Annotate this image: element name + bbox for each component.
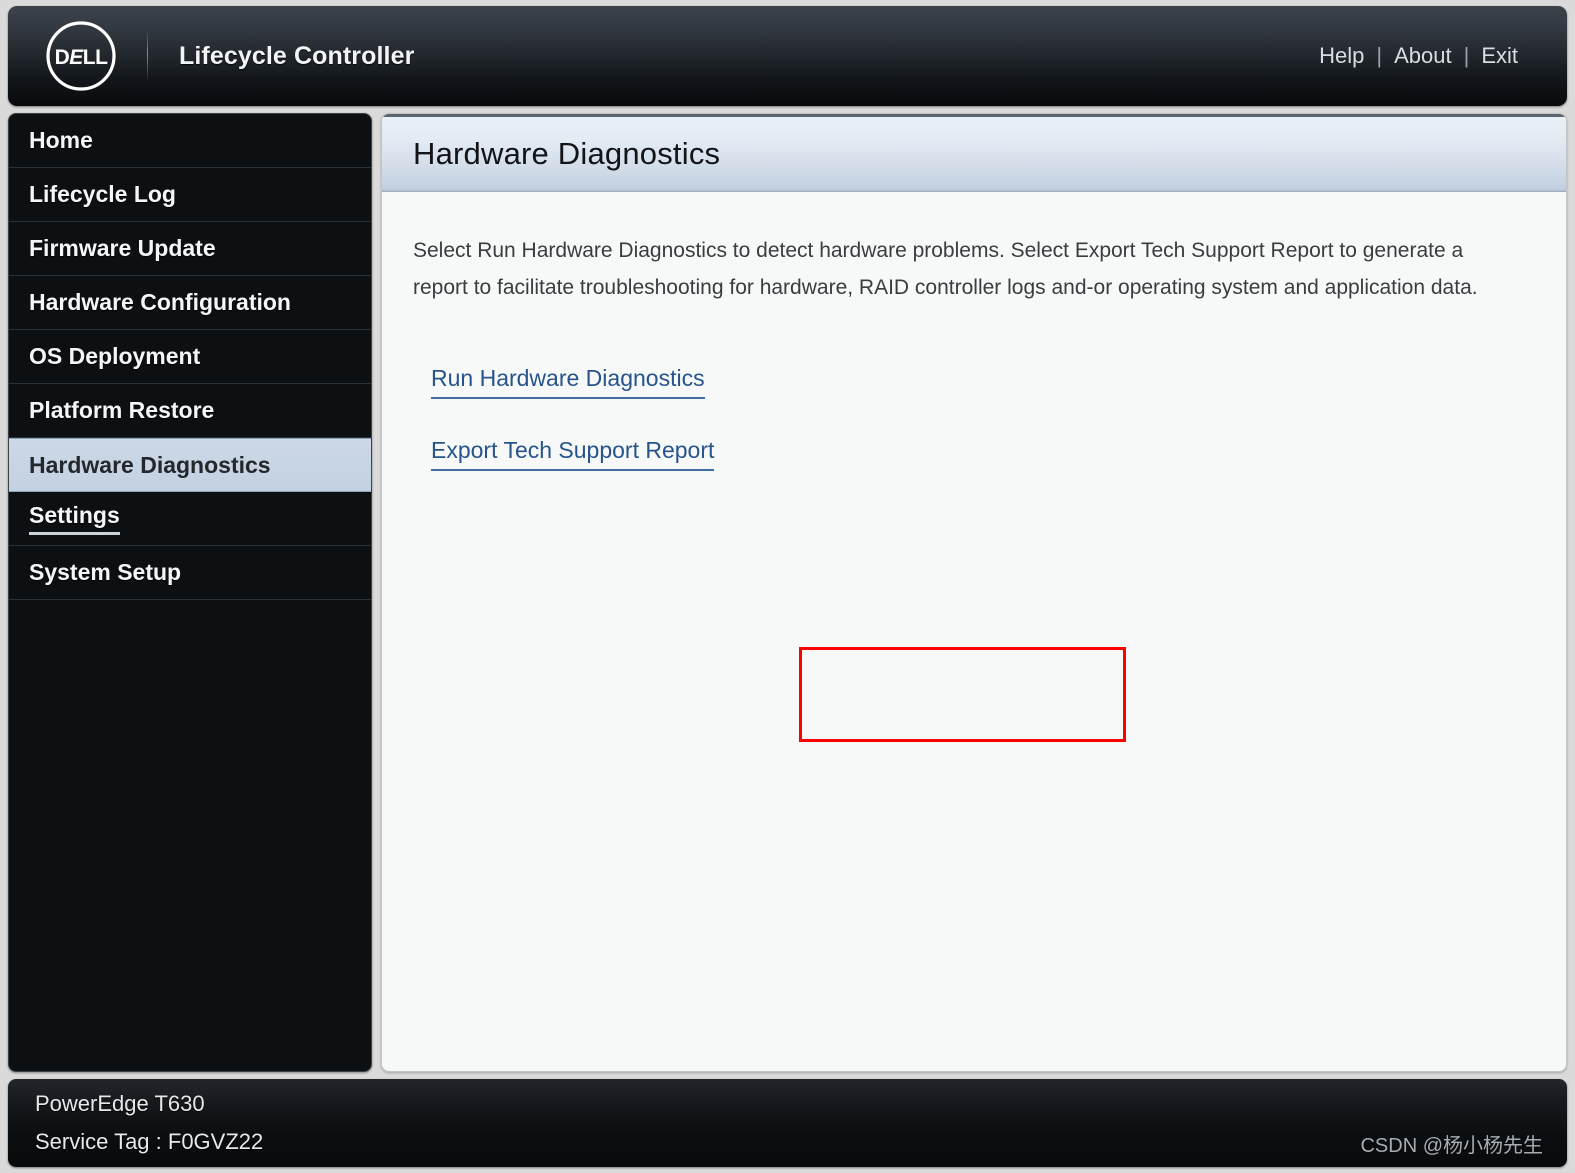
action-links-group: Run Hardware Diagnostics Export Tech Sup… — [413, 365, 715, 471]
header-divider — [147, 30, 148, 82]
content-body: Select Run Hardware Diagnostics to detec… — [382, 192, 1566, 1071]
body-row: Home Lifecycle Log Firmware Update Hardw… — [8, 113, 1567, 1072]
status-footer: PowerEdge T630 Service Tag : F0GVZ22 CSD… — [8, 1079, 1567, 1167]
sidebar-item-home[interactable]: Home — [9, 114, 371, 168]
sidebar-nav: Home Lifecycle Log Firmware Update Hardw… — [8, 113, 372, 1072]
sidebar-item-firmware-update[interactable]: Firmware Update — [9, 222, 371, 276]
dell-logo-icon: DELL — [44, 19, 118, 93]
sidebar-item-label: Home — [29, 127, 93, 153]
page-description: Select Run Hardware Diagnostics to detec… — [413, 239, 1478, 300]
run-hardware-diagnostics-row: Run Hardware Diagnostics — [413, 365, 714, 399]
sidebar-item-platform-restore[interactable]: Platform Restore — [9, 384, 371, 438]
nav-separator-2: | — [1463, 43, 1470, 68]
sidebar-item-system-setup[interactable]: System Setup — [9, 546, 371, 600]
about-link[interactable]: About — [1393, 43, 1453, 69]
sidebar-item-lifecycle-log[interactable]: Lifecycle Log — [9, 168, 371, 222]
sidebar-item-label: Hardware Diagnostics — [29, 451, 271, 478]
sidebar-item-label: Hardware Configuration — [29, 289, 291, 315]
system-model: PowerEdge T630 — [35, 1090, 205, 1116]
sidebar-item-label: Settings — [29, 502, 120, 535]
help-link[interactable]: Help — [1318, 43, 1365, 69]
sidebar-item-label: OS Deployment — [29, 343, 201, 369]
page-title: Hardware Diagnostics — [413, 136, 721, 171]
annotation-highlight-box — [799, 647, 1126, 742]
watermark: CSDN @杨小杨先生 — [1360, 1135, 1543, 1157]
app-title: Lifecycle Controller — [179, 41, 415, 70]
svg-text:DELL: DELL — [55, 46, 109, 69]
sidebar-item-label: System Setup — [29, 559, 182, 585]
sidebar-item-label: Platform Restore — [29, 397, 215, 423]
app-header: DELL Lifecycle Controller Help | About |… — [8, 6, 1567, 106]
page-title-bar: Hardware Diagnostics — [382, 114, 1566, 192]
sidebar-item-settings[interactable]: Settings — [9, 492, 371, 546]
sidebar-item-label: Lifecycle Log — [29, 181, 176, 207]
export-tech-support-report-row: Export Tech Support Report — [413, 437, 715, 471]
sidebar-item-hardware-diagnostics[interactable]: Hardware Diagnostics — [9, 438, 371, 492]
service-tag: Service Tag : F0GVZ22 — [35, 1129, 264, 1154]
lifecycle-controller-window: DELL Lifecycle Controller Help | About |… — [0, 0, 1575, 1173]
sidebar-item-os-deployment[interactable]: OS Deployment — [9, 330, 371, 384]
sidebar-item-label: Firmware Update — [29, 235, 216, 261]
sidebar-item-hardware-configuration[interactable]: Hardware Configuration — [9, 276, 371, 330]
content-panel: Hardware Diagnostics Select Run Hardware… — [381, 113, 1567, 1072]
header-nav-links: Help | About | Exit — [1318, 43, 1519, 69]
export-tech-support-report-link[interactable]: Export Tech Support Report — [431, 437, 715, 471]
exit-link[interactable]: Exit — [1480, 43, 1519, 69]
nav-separator-1: | — [1376, 43, 1383, 68]
run-hardware-diagnostics-link[interactable]: Run Hardware Diagnostics — [431, 365, 705, 399]
